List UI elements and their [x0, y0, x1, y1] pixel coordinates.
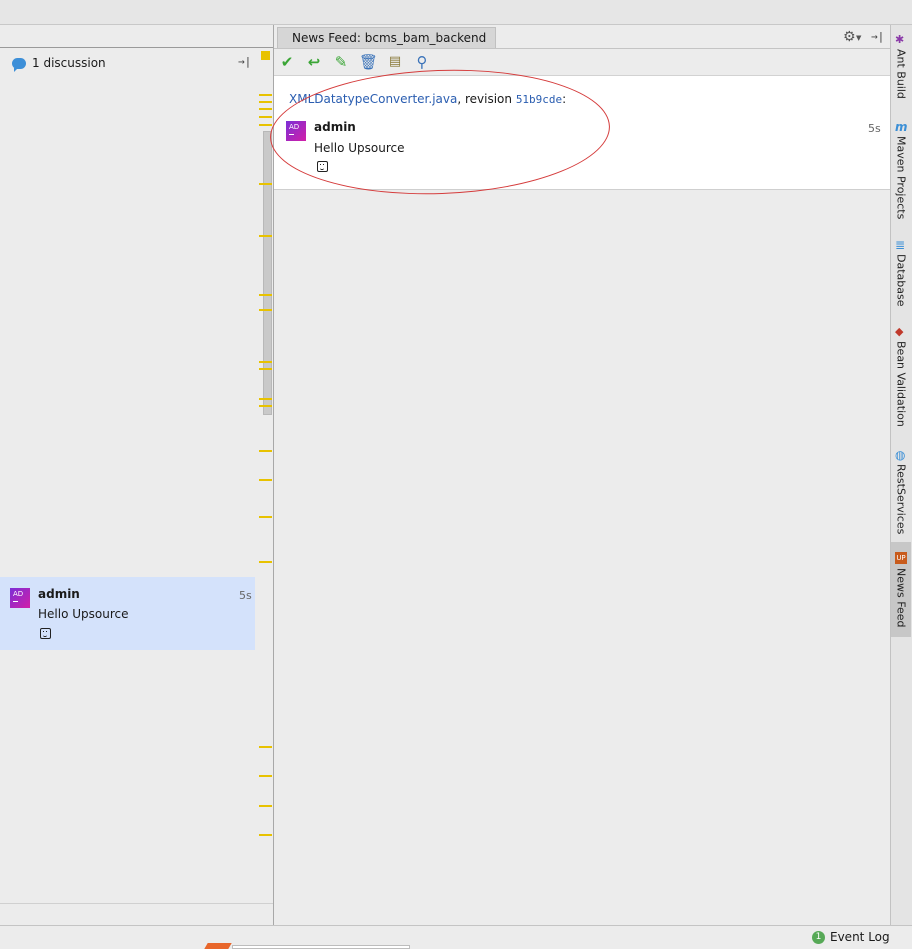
discussion-comment-card[interactable]: AD admin 5s Hello Upsource	[0, 577, 255, 650]
gutter-marker[interactable]	[259, 450, 272, 452]
gutter-marker[interactable]	[259, 94, 272, 96]
upsource-icon: UP	[895, 552, 907, 564]
resolve-icon[interactable]: ✔	[278, 53, 296, 71]
gutter-marker[interactable]	[259, 746, 272, 748]
maven-icon: m	[895, 120, 908, 134]
hide-panel-icon[interactable]: →|	[871, 30, 884, 43]
gutter-marker[interactable]	[259, 479, 272, 481]
tool-window-maven-projects[interactable]: m Maven Projects	[891, 120, 911, 219]
find-icon[interactable]: ⚲	[413, 53, 431, 71]
gutter-marker[interactable]	[259, 516, 272, 518]
event-log-label: Event Log	[830, 930, 890, 944]
gear-icon[interactable]: ⚙	[843, 29, 856, 45]
discussion-panel	[0, 25, 273, 925]
gutter-marker[interactable]	[259, 775, 272, 777]
gutter-marker[interactable]	[259, 361, 272, 363]
comment-time: 5s	[239, 589, 252, 602]
progress-indicator	[204, 943, 232, 949]
gutter-marker[interactable]	[259, 309, 272, 311]
tool-window-ant-build[interactable]: ✱ Ant Build	[891, 33, 911, 99]
smiley-icon[interactable]	[40, 628, 51, 639]
gutter-marker[interactable]	[259, 294, 272, 296]
event-log-button[interactable]: 1 Event Log	[812, 930, 890, 944]
ant-icon: ✱	[895, 33, 905, 46]
tool-window-database[interactable]: ≣ Database	[891, 238, 911, 307]
gutter-marker[interactable]	[259, 108, 272, 110]
gutter-marker[interactable]	[259, 805, 272, 807]
comment-time: 5s	[868, 122, 881, 135]
gutter-marker[interactable]	[259, 101, 272, 103]
gutter-marker[interactable]	[259, 183, 272, 185]
comment-text: Hello Upsource	[38, 607, 129, 621]
gutter-marker[interactable]	[259, 405, 272, 407]
discussion-count[interactable]: 1 discussion	[12, 54, 106, 72]
gutter-marker[interactable]	[259, 368, 272, 370]
rest-services-icon: ◍	[895, 448, 906, 462]
panel-separator	[0, 903, 273, 904]
avatar: AD	[10, 588, 30, 608]
discussion-icon	[12, 57, 26, 72]
panel-separator	[0, 47, 273, 48]
discussion-count-label: 1 discussion	[32, 56, 106, 70]
gutter-marker[interactable]	[259, 235, 272, 237]
delete-icon[interactable]: 🗑	[359, 53, 378, 71]
top-toolbar	[0, 0, 912, 25]
gutter-marker[interactable]	[259, 561, 272, 563]
tab-news-feed[interactable]: News Feed: bcms_bam_backend	[277, 27, 497, 48]
tool-window-rest-services[interactable]: ◍ RestServices	[891, 448, 911, 534]
spellcheck-icon[interactable]: ▤	[386, 53, 404, 71]
gutter-marker[interactable]	[259, 398, 272, 400]
scrollbar-thumb[interactable]	[263, 131, 272, 415]
inspection-status-icon[interactable]	[261, 51, 270, 60]
database-icon: ≣	[895, 238, 906, 252]
chevron-down-icon[interactable]: ▼	[856, 34, 861, 42]
status-bar	[0, 925, 912, 949]
event-count-badge: 1	[812, 930, 825, 944]
gutter-marker[interactable]	[259, 834, 272, 836]
comment-author[interactable]: admin	[38, 587, 80, 601]
tool-window-bean-validation[interactable]: ◆ Bean Validation	[891, 325, 911, 427]
reply-icon[interactable]: ↩	[305, 53, 323, 71]
tool-window-news-feed[interactable]: UP News Feed	[891, 552, 911, 627]
bean-validation-icon: ◆	[895, 325, 904, 338]
edit-icon[interactable]: ✎	[332, 53, 350, 71]
gutter-marker[interactable]	[259, 124, 272, 126]
gutter-marker[interactable]	[259, 116, 272, 118]
pin-right-icon[interactable]: →|	[238, 55, 251, 68]
progress-bar[interactable]	[232, 945, 410, 949]
